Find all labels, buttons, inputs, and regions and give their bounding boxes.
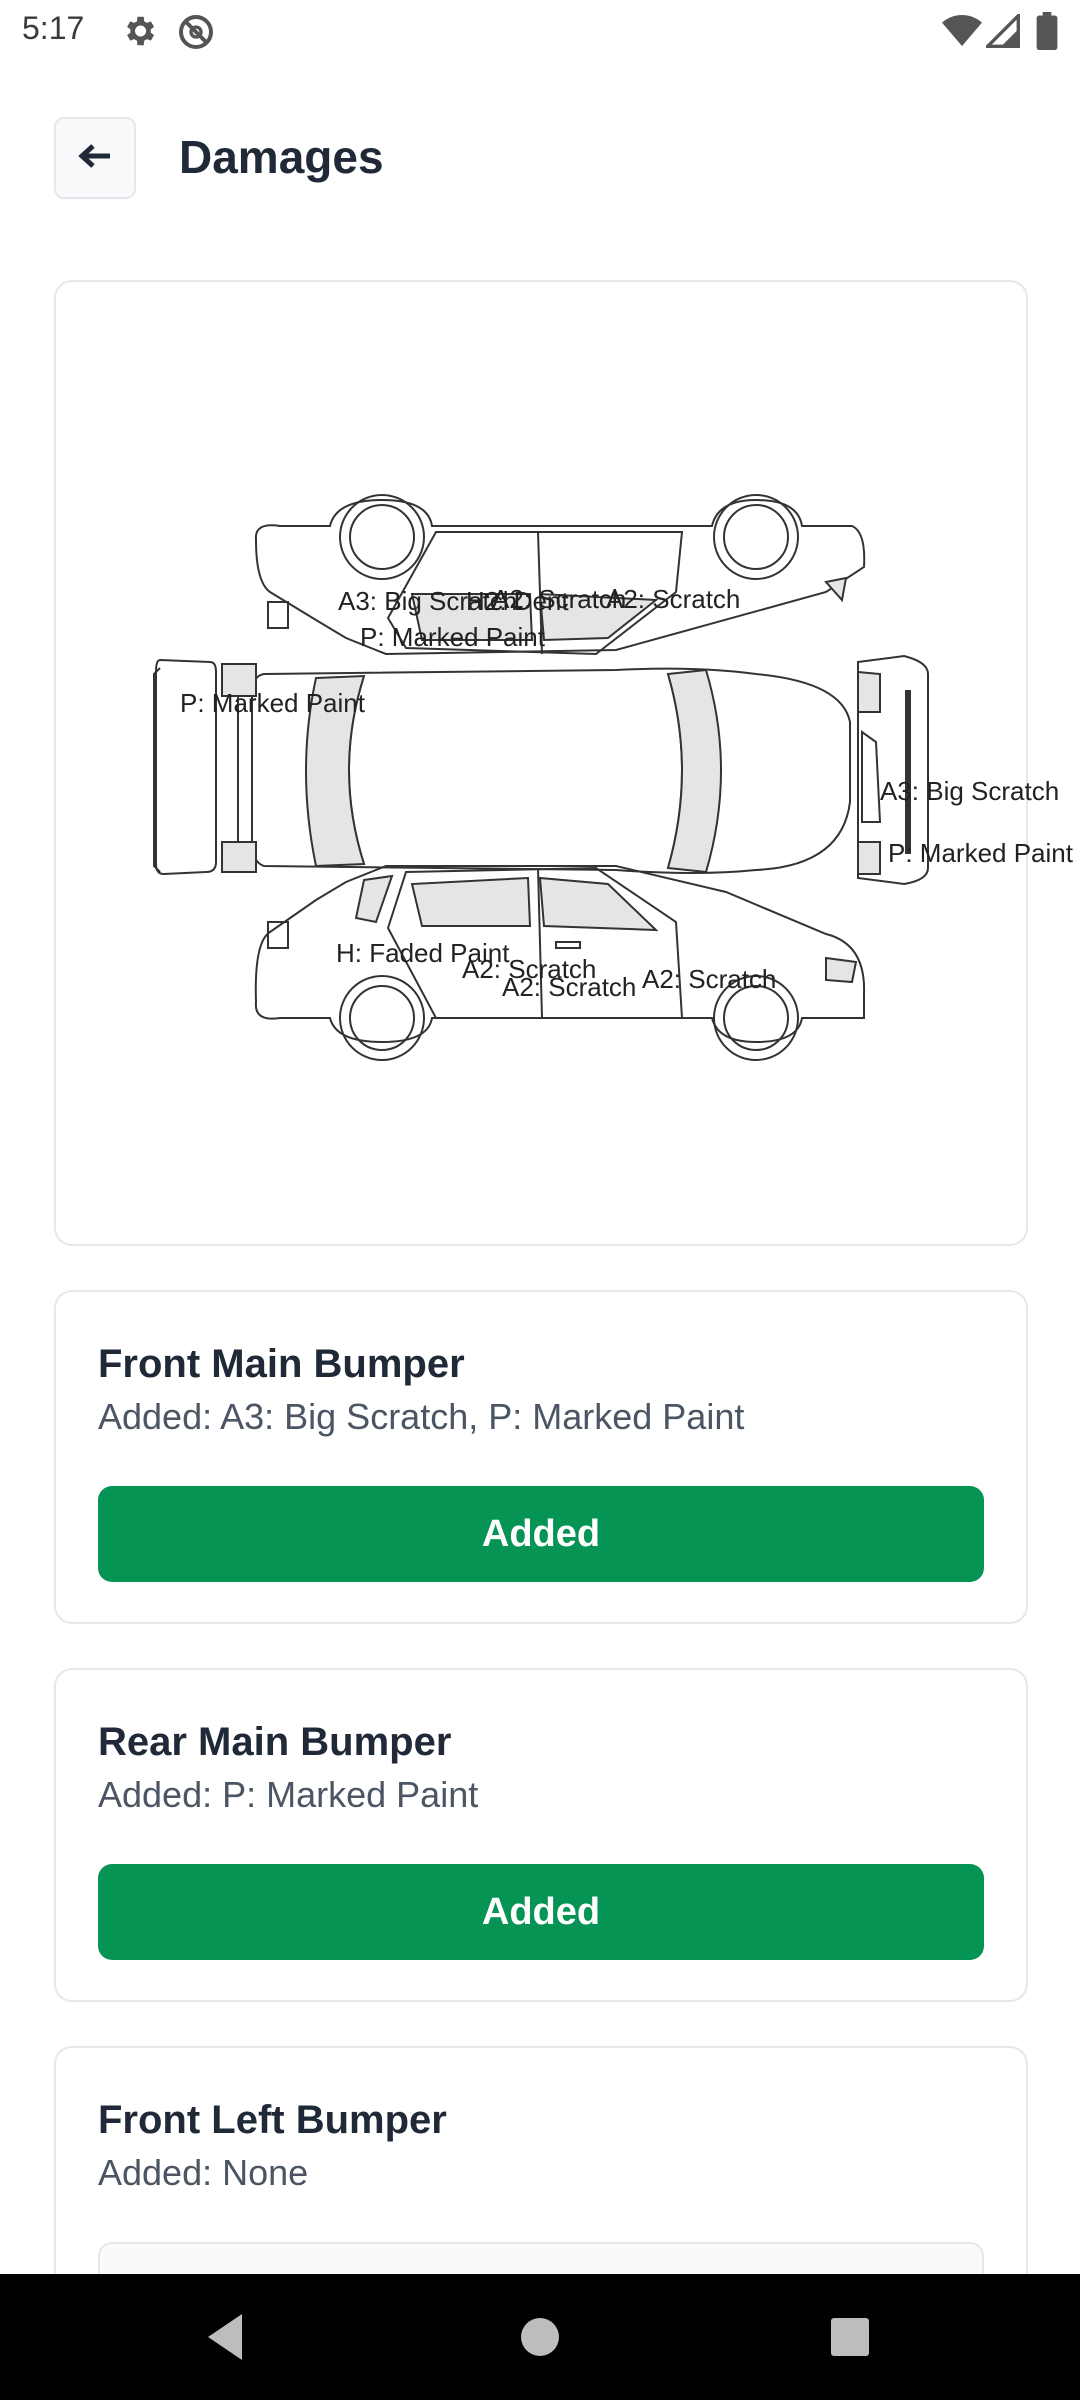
nav-back-button[interactable]	[168, 2274, 288, 2400]
panel-name: Rear Main Bumper	[98, 1720, 452, 1764]
damage-diagram-card: A3: Big Scratch H2: Dent A2: Scratch A2:…	[54, 280, 1073, 1246]
signal-icon	[983, 11, 1020, 53]
car-top-side-view	[254, 494, 866, 656]
page-title: Damages	[179, 131, 384, 183]
damage-label[interactable]: P: Marked Paint	[180, 688, 365, 719]
arrow-left-icon	[78, 142, 112, 175]
damage-label[interactable]: P: Marked Paint	[888, 838, 1073, 869]
damage-label[interactable]: P: Marked Paint	[360, 622, 545, 653]
car-diagram[interactable]	[56, 282, 1026, 1244]
navigation-bar	[0, 2274, 1080, 2400]
panel-card-rear-main-bumper: Rear Main Bumper Added: P: Marked Paint …	[54, 1668, 1028, 2002]
home-circle-icon	[521, 2318, 559, 2356]
back-button[interactable]	[54, 117, 136, 199]
panel-added-damages: Added: P: Marked Paint	[98, 1774, 479, 1815]
added-button[interactable]: Added	[98, 1486, 984, 1582]
no-disturb-icon	[176, 12, 216, 57]
panel-added-damages: Added: None	[98, 2152, 309, 2193]
damage-label[interactable]: A2: Scratch	[606, 584, 740, 615]
damage-label[interactable]: A2: Scratch	[642, 964, 776, 995]
status-bar: 5:17	[0, 0, 1080, 62]
battery-icon	[1036, 12, 1058, 55]
damage-label[interactable]: A2: Scratch	[502, 972, 636, 1003]
panel-name: Front Left Bumper	[98, 2098, 447, 2142]
nav-recents-button[interactable]	[790, 2274, 910, 2400]
back-triangle-icon	[208, 2314, 242, 2360]
panel-added-damages: Added: A3: Big Scratch, P: Marked Paint	[98, 1396, 745, 1437]
status-time: 5:17	[22, 10, 85, 46]
panel-name: Front Main Bumper	[98, 1342, 465, 1386]
recents-square-icon	[831, 2318, 869, 2356]
gear-icon	[120, 12, 158, 55]
panel-card-front-main-bumper: Front Main Bumper Added: A3: Big Scratch…	[54, 1290, 1028, 1624]
nav-home-button[interactable]	[480, 2274, 600, 2400]
damage-label[interactable]: A3: Big Scratch	[880, 776, 1059, 807]
added-button[interactable]: Added	[98, 1864, 984, 1960]
wifi-icon	[942, 14, 982, 53]
